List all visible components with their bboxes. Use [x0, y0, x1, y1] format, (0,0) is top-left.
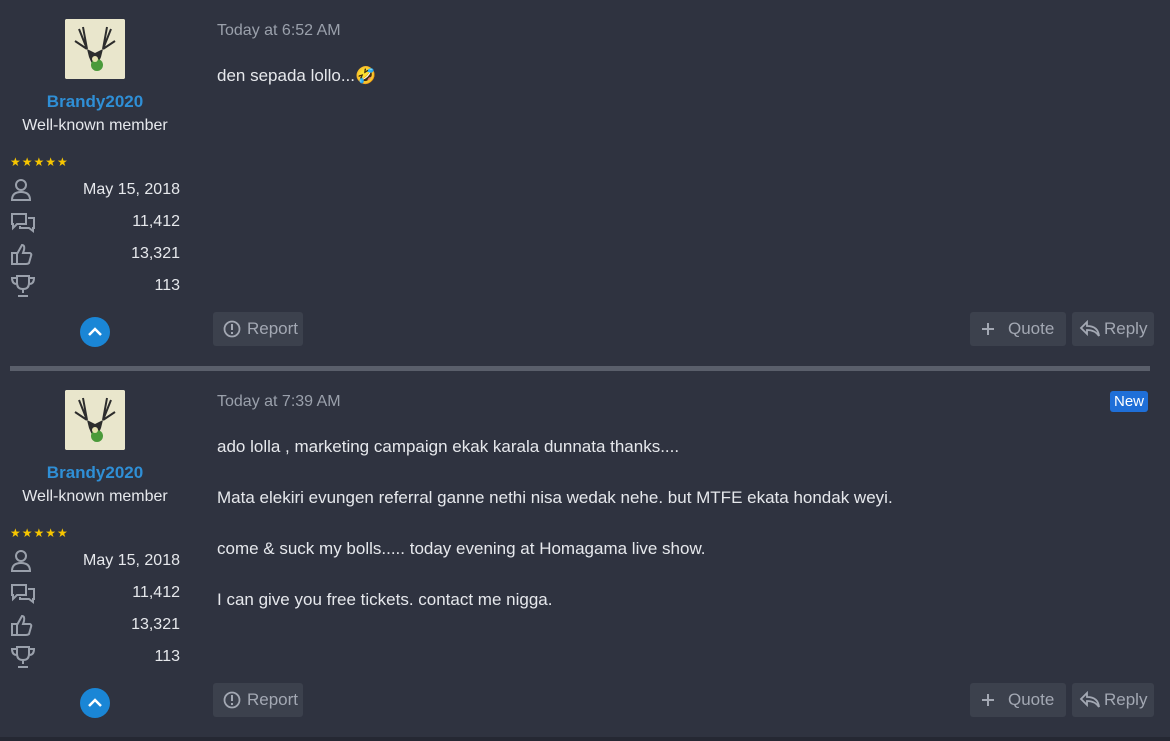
trophy-icon: [10, 646, 36, 668]
scroll-up-button[interactable]: [80, 317, 110, 347]
chevron-up-icon: [88, 327, 102, 336]
reply-button[interactable]: Reply: [1072, 312, 1154, 346]
stat-messages: 11,412: [10, 210, 180, 236]
message-line: come & suck my bolls..... today evening …: [217, 539, 706, 558]
quote-button[interactable]: Quote: [970, 312, 1066, 346]
user-icon: [10, 179, 32, 201]
avatar[interactable]: [65, 390, 125, 450]
username-link[interactable]: Brandy2020: [0, 463, 190, 483]
plus-icon: [982, 694, 994, 706]
deer-avatar-icon: [65, 390, 125, 450]
message-text: den sepada lollo...🤣: [217, 66, 377, 85]
deer-avatar-icon: [65, 19, 125, 79]
reply-label: Reply: [1104, 319, 1148, 338]
trophy-points: 113: [154, 648, 180, 665]
user-title: Well-known member: [22, 488, 168, 505]
report-button[interactable]: Report: [213, 312, 303, 346]
message-line: Mata elekiri evungen referral ganne neth…: [217, 488, 893, 507]
reply-icon: [1079, 691, 1100, 708]
avatar[interactable]: [65, 19, 125, 79]
plus-icon: [982, 323, 994, 335]
message-count: 11,412: [132, 213, 180, 230]
messages-icon: [11, 584, 35, 604]
new-badge: New: [1110, 391, 1149, 412]
reply-icon: [1079, 320, 1100, 337]
message-count: 11,412: [132, 584, 180, 601]
stat-reactions: 13,321: [10, 242, 180, 268]
stat-messages: 11,412: [10, 581, 180, 607]
joined-date: May 15, 2018: [83, 552, 180, 569]
reaction-count: 13,321: [131, 245, 180, 262]
rating-stars: ★★★★★: [10, 155, 69, 169]
scroll-up-button[interactable]: [80, 688, 110, 718]
bottom-divider: [0, 737, 1170, 741]
rating-stars: ★★★★★: [10, 526, 69, 540]
stat-reactions: 13,321: [10, 613, 180, 639]
thumbs-up-icon: [11, 614, 33, 636]
trophy-icon: [10, 275, 36, 297]
quote-label: Quote: [1008, 319, 1055, 338]
report-icon: [223, 320, 241, 338]
joined-date: May 15, 2018: [83, 181, 180, 198]
user-icon: [10, 550, 32, 572]
messages-icon: [11, 213, 35, 233]
stat-joined: May 15, 2018: [10, 549, 180, 575]
post: Brandy2020 Well-known member ★★★★★ May 1…: [0, 371, 1170, 737]
post-timestamp[interactable]: Today at 7:39 AM: [217, 393, 341, 411]
message-line: I can give you free tickets. contact me …: [217, 590, 553, 609]
post-timestamp[interactable]: Today at 6:52 AM: [217, 22, 341, 40]
chevron-up-icon: [88, 698, 102, 707]
report-label: Report: [247, 319, 299, 338]
report-icon: [223, 691, 241, 709]
message-line: ado lolla , marketing campaign ekak kara…: [217, 437, 680, 456]
report-label: Report: [247, 690, 299, 709]
report-button[interactable]: Report: [213, 683, 303, 717]
stat-points: 113: [10, 274, 180, 300]
username-link[interactable]: Brandy2020: [0, 92, 190, 112]
post: Brandy2020 Well-known member ★★★★★ May 1…: [0, 0, 1170, 366]
stat-points: 113: [10, 645, 180, 671]
thumbs-up-icon: [11, 243, 33, 265]
quote-button[interactable]: Quote: [970, 683, 1066, 717]
trophy-points: 113: [154, 277, 180, 294]
reply-button[interactable]: Reply: [1072, 683, 1154, 717]
user-title: Well-known member: [22, 117, 168, 134]
reaction-count: 13,321: [131, 616, 180, 633]
stat-joined: May 15, 2018: [10, 178, 180, 204]
reply-label: Reply: [1104, 690, 1148, 709]
quote-label: Quote: [1008, 690, 1055, 709]
